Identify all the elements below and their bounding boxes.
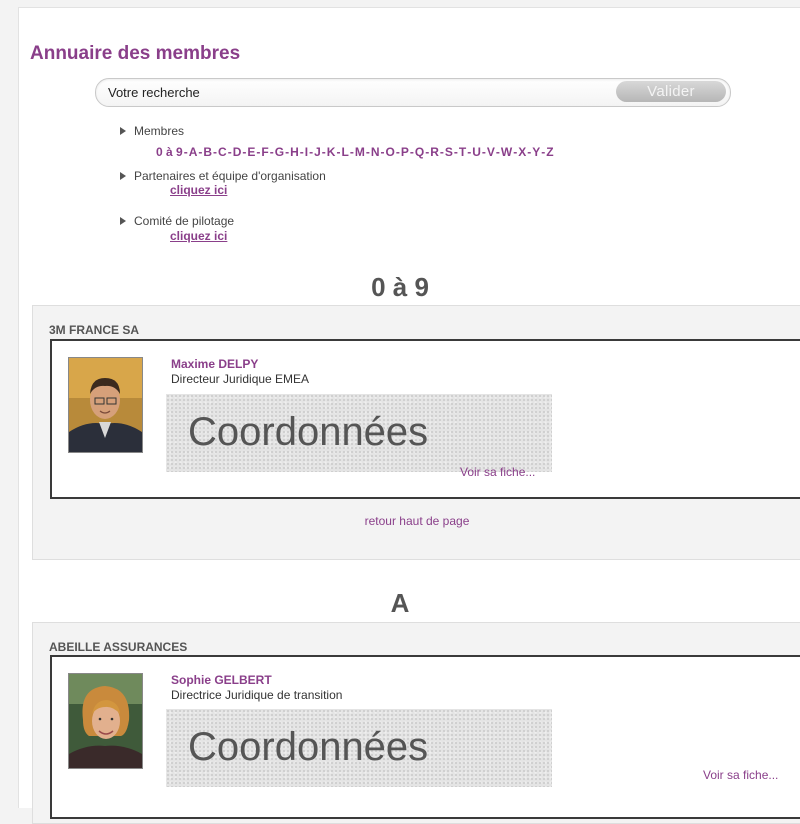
section-panel: ABEILLE ASSURANCES Sophie GELBERT Direct…: [32, 622, 800, 824]
letter-link[interactable]: J: [314, 145, 321, 159]
alphabet-index: 0 à 9-A-B-C-D-E-F-G-H-I-J-K-L-M-N-O-P-Q-…: [156, 145, 554, 159]
member-name[interactable]: Sophie GELBERT: [171, 673, 272, 687]
coordinates-label: Coordonnées: [188, 725, 429, 769]
section-heading-0-9: 0 à 9: [371, 272, 429, 302]
letter-link[interactable]: Q: [415, 145, 424, 159]
member-portrait-icon: [69, 674, 142, 768]
company-name: 3M FRANCE SA: [49, 323, 140, 337]
letter-link[interactable]: L: [341, 145, 348, 159]
letter-link[interactable]: C: [218, 145, 227, 159]
triangle-right-icon: [120, 216, 126, 225]
nav-members: Membres: [120, 123, 184, 138]
company-name: ABEILLE ASSURANCES: [49, 640, 188, 654]
letter-link[interactable]: H: [290, 145, 299, 159]
member-name[interactable]: Maxime DELPY: [171, 357, 258, 371]
letter-link[interactable]: 0 à 9: [156, 145, 183, 159]
letter-link[interactable]: Z: [546, 145, 553, 159]
nav-committee-label: Comité de pilotage: [134, 213, 235, 228]
section-panel: 3M FRANCE SA Maxime DELPY Directeur Juri…: [32, 305, 800, 560]
letter-link[interactable]: U: [472, 145, 481, 159]
coordinates-overlay: Coordonnées: [166, 394, 552, 472]
page-title: Annuaire des membres: [30, 43, 241, 64]
nav-partners: Partenaires et équipe d'organisation: [120, 168, 326, 183]
member-role: Directrice Juridique de transition: [171, 688, 343, 702]
committee-link[interactable]: cliquez ici: [170, 229, 227, 243]
letter-link[interactable]: V: [487, 145, 495, 159]
letter-link[interactable]: O: [385, 145, 394, 159]
member-card: Maxime DELPY Directeur Juridique EMEA Co…: [50, 339, 800, 499]
back-to-top-link[interactable]: retour haut de page: [33, 514, 800, 528]
member-card: Sophie GELBERT Directrice Juridique de t…: [50, 655, 800, 819]
voir-fiche-link[interactable]: Voir sa fiche...: [703, 768, 778, 782]
search-bar: Valider: [95, 78, 731, 107]
letter-link[interactable]: P: [401, 145, 409, 159]
nav-members-label: Membres: [134, 123, 185, 138]
member-photo: [68, 357, 143, 453]
letter-link[interactable]: R: [430, 145, 439, 159]
member-photo: [68, 673, 143, 769]
letter-link[interactable]: M: [355, 145, 365, 159]
voir-fiche-link[interactable]: Voir sa fiche...: [460, 465, 535, 479]
coordinates-overlay: Coordonnées: [166, 709, 552, 787]
member-portrait-icon: [69, 358, 142, 452]
letter-link[interactable]: W: [501, 145, 512, 159]
letter-link[interactable]: G: [275, 145, 284, 159]
member-role: Directeur Juridique EMEA: [171, 372, 310, 386]
nav-committee: Comité de pilotage: [120, 213, 234, 228]
search-input[interactable]: [108, 83, 588, 101]
triangle-right-icon: [120, 126, 126, 135]
letter-link[interactable]: F: [261, 145, 268, 159]
triangle-right-icon: [120, 171, 126, 180]
partners-link[interactable]: cliquez ici: [170, 183, 227, 197]
nav-partners-label: Partenaires et équipe d'organisation: [134, 168, 326, 183]
letter-link[interactable]: S: [445, 145, 453, 159]
valider-button[interactable]: Valider: [616, 81, 726, 102]
letter-link[interactable]: B: [203, 145, 212, 159]
coordinates-label: Coordonnées: [188, 410, 429, 454]
section-heading-a: A: [390, 588, 410, 618]
